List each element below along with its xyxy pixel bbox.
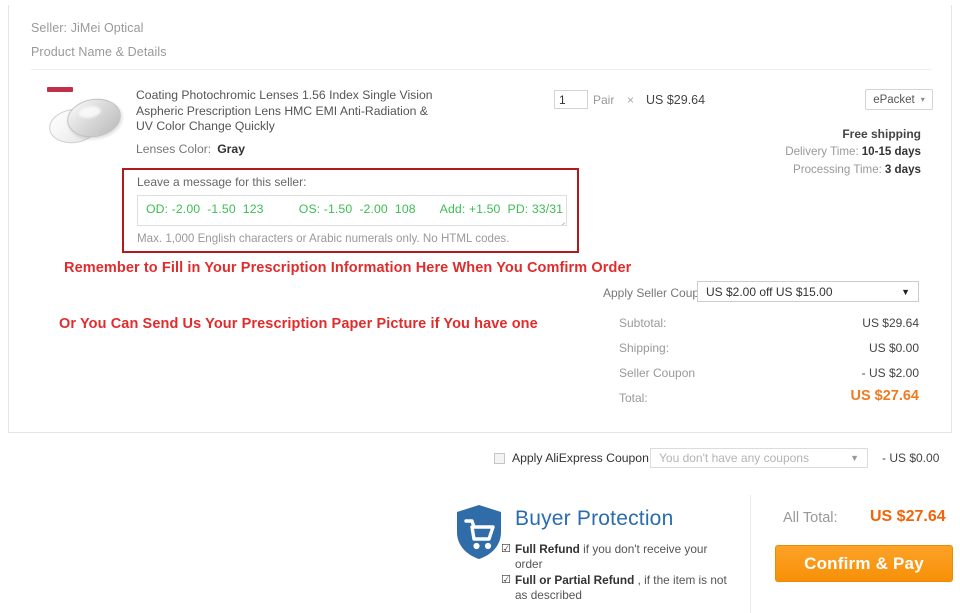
aliexpress-coupon-amount: - US $0.00: [882, 451, 940, 465]
free-shipping-label: Free shipping: [842, 127, 921, 141]
message-hint: Max. 1,000 English characters or Arabic …: [137, 232, 510, 245]
total-row-shipping: Shipping: US $0.00: [619, 338, 919, 363]
shipping-cost-label: Shipping:: [619, 341, 670, 355]
lens-color-value: Gray: [217, 142, 245, 156]
aliexpress-coupon-row: Apply AliExpress Coupon: You don't have …: [0, 448, 960, 472]
product-title[interactable]: Coating Photochromic Lenses 1.56 Index S…: [136, 88, 436, 135]
processing-time-label: Processing Time:: [792, 163, 882, 176]
seller-message-textarea[interactable]: OD: -2.00 -1.50 123 OS: -1.50 -2.00 108 …: [137, 195, 567, 226]
multiply-icon: ×: [627, 93, 635, 107]
check-box-icon: ☑: [501, 543, 511, 555]
shipping-method-value: ePacket: [873, 93, 915, 106]
aliexpress-coupon-select[interactable]: You don't have any coupons ▼: [650, 448, 868, 468]
total-row-seller-coupon: Seller Coupon - US $2.00: [619, 363, 919, 388]
total-row-total: Total: US $27.64: [619, 388, 919, 416]
textarea-resize-handle[interactable]: [556, 215, 566, 225]
buyer-protection-title: Buyer Protection: [515, 507, 674, 530]
chevron-down-icon: ▼: [901, 286, 910, 297]
delivery-time-label: Delivery Time:: [785, 145, 859, 158]
seller-name: Seller: JiMei Optical: [31, 21, 144, 35]
confirm-and-pay-button[interactable]: Confirm & Pay: [775, 545, 953, 582]
seller-coupon-select[interactable]: US $2.00 off US $15.00 ▼: [697, 281, 919, 302]
buyer-protection-shield-icon: [455, 504, 503, 560]
partial-refund-strong: Full or Partial Refund: [515, 573, 635, 587]
quantity-unit-label: Pair: [593, 93, 615, 107]
full-refund-strong: Full Refund: [515, 542, 580, 556]
shipping-method-select[interactable]: ePacket ▾: [865, 89, 933, 110]
total-value: US $27.64: [850, 388, 919, 404]
lens-color-row: Lenses Color: Gray: [136, 142, 245, 156]
total-row-subtotal: Subtotal: US $29.64: [619, 313, 919, 338]
processing-time-row: Processing Time: 3 days: [793, 163, 921, 176]
annotation-line-2: Or You Can Send Us Your Prescription Pap…: [59, 316, 538, 332]
product-thumbnail[interactable]: [41, 87, 124, 149]
seller-coupon-discount-label: Seller Coupon: [619, 366, 696, 380]
quantity-input[interactable]: [554, 90, 588, 109]
subtotal-value: US $29.64: [862, 316, 919, 330]
seller-message-value: OD: -2.00 -1.50 123 OS: -1.50 -2.00 108 …: [146, 202, 564, 216]
aliexpress-coupon-label: Apply AliExpress Coupon:: [512, 451, 653, 465]
delivery-time-row: Delivery Time: 10-15 days: [785, 145, 921, 158]
shipping-cost-value: US $0.00: [868, 341, 919, 355]
aliexpress-coupon-placeholder: You don't have any coupons: [659, 451, 809, 465]
lens-color-label: Lenses Color:: [136, 142, 212, 156]
product-section-header: Product Name & Details: [31, 45, 167, 59]
seller-coupon-discount-value: - US $2.00: [861, 366, 919, 380]
check-box-icon: ☑: [501, 574, 511, 586]
chevron-down-icon: ▾: [920, 95, 925, 104]
total-label: Total:: [619, 391, 648, 405]
message-label: Leave a message for this seller:: [137, 175, 307, 189]
all-total-label: All Total:: [783, 510, 838, 526]
buyer-protection-item-partial-refund: ☑ Full or Partial Refund , if the item is…: [501, 573, 730, 602]
footer-divider: [750, 495, 751, 613]
header-divider: [31, 69, 931, 70]
apply-aliexpress-coupon-checkbox[interactable]: [494, 453, 505, 464]
seller-coupon-value: US $2.00 off US $15.00: [706, 284, 833, 299]
order-totals: Subtotal: US $29.64 Shipping: US $0.00 S…: [619, 313, 919, 416]
processing-time-value: 3 days: [884, 163, 921, 176]
delivery-time-value: 10-15 days: [861, 145, 921, 158]
checkout-footer: Buyer Protection ☑ Full Refund if you don…: [0, 495, 960, 613]
chevron-down-icon: ▼: [850, 453, 859, 463]
all-total-value: US $27.64: [870, 508, 946, 525]
annotation-line-1: Remember to Fill in Your Prescription In…: [64, 260, 632, 276]
subtotal-label: Subtotal:: [619, 316, 667, 330]
buyer-protection-item-full-refund: ☑ Full Refund if you don't receive your o…: [501, 542, 730, 571]
brand-logo-icon: [47, 87, 73, 92]
unit-price: US $29.64: [646, 93, 706, 107]
order-card: Seller: JiMei Optical Product Name & Det…: [8, 5, 952, 433]
